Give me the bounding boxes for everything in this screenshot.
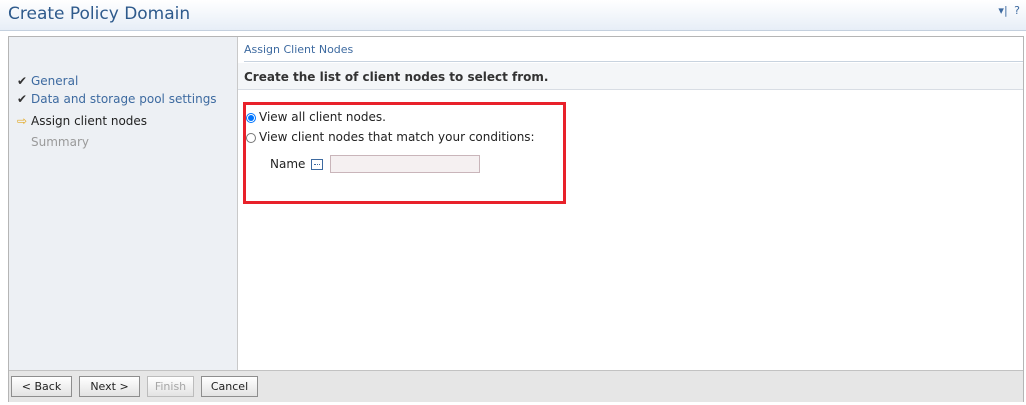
step-label: Summary — [31, 135, 89, 149]
window-controls: ▾| ? — [995, 4, 1020, 17]
name-label: Name — [270, 157, 306, 171]
step-general[interactable]: ✔ General — [17, 74, 78, 88]
name-input[interactable] — [330, 155, 481, 173]
checkmark-icon: ✔ — [17, 74, 28, 88]
wizard-button-bar: < Back Next > Finish Cancel — [9, 370, 1023, 402]
wizard-steps-panel: ✔ General ✔ Data and storage pool settings… — [9, 37, 238, 370]
help-icon[interactable]: ? — [1014, 4, 1020, 17]
step-label: Assign client nodes — [31, 114, 148, 128]
title-bar: Create Policy Domain ▾| ? — [0, 0, 1026, 31]
arrow-right-icon: ⇨ — [17, 114, 28, 128]
option-view-all[interactable]: View all client nodes. — [246, 110, 386, 124]
step-label: Data and storage pool settings — [31, 92, 217, 106]
view-all-radio[interactable] — [246, 112, 256, 123]
view-matching-radio[interactable] — [246, 132, 256, 143]
page-title: Create Policy Domain — [8, 4, 191, 24]
back-button[interactable]: < Back — [11, 376, 72, 397]
collapse-icon[interactable]: ▾| — [998, 4, 1007, 17]
content-panel: Assign Client Nodes Create the list of c… — [238, 37, 1023, 370]
view-all-label: View all client nodes. — [259, 110, 386, 124]
next-button[interactable]: Next > — [79, 376, 140, 397]
checkmark-icon: ✔ — [17, 92, 28, 106]
step-data-storage[interactable]: ✔ Data and storage pool settings — [17, 92, 217, 106]
section-title: Assign Client Nodes — [244, 43, 354, 56]
step-assign-client-nodes[interactable]: ⇨ Assign client nodes — [17, 114, 147, 128]
divider — [244, 61, 1023, 62]
option-view-matching[interactable]: View client nodes that match your condit… — [246, 130, 535, 144]
step-label: General — [31, 74, 79, 88]
name-condition-row: Name — [270, 155, 481, 173]
finish-button: Finish — [147, 376, 194, 397]
view-matching-label: View client nodes that match your condit… — [259, 130, 535, 144]
wizard-frame: ✔ General ✔ Data and storage pool settings… — [8, 36, 1024, 402]
step-summary: Summary — [17, 135, 89, 149]
cancel-button[interactable]: Cancel — [201, 376, 258, 397]
instruction-text: Create the list of client nodes to selec… — [244, 70, 549, 84]
text-helper-icon[interactable] — [311, 158, 324, 170]
